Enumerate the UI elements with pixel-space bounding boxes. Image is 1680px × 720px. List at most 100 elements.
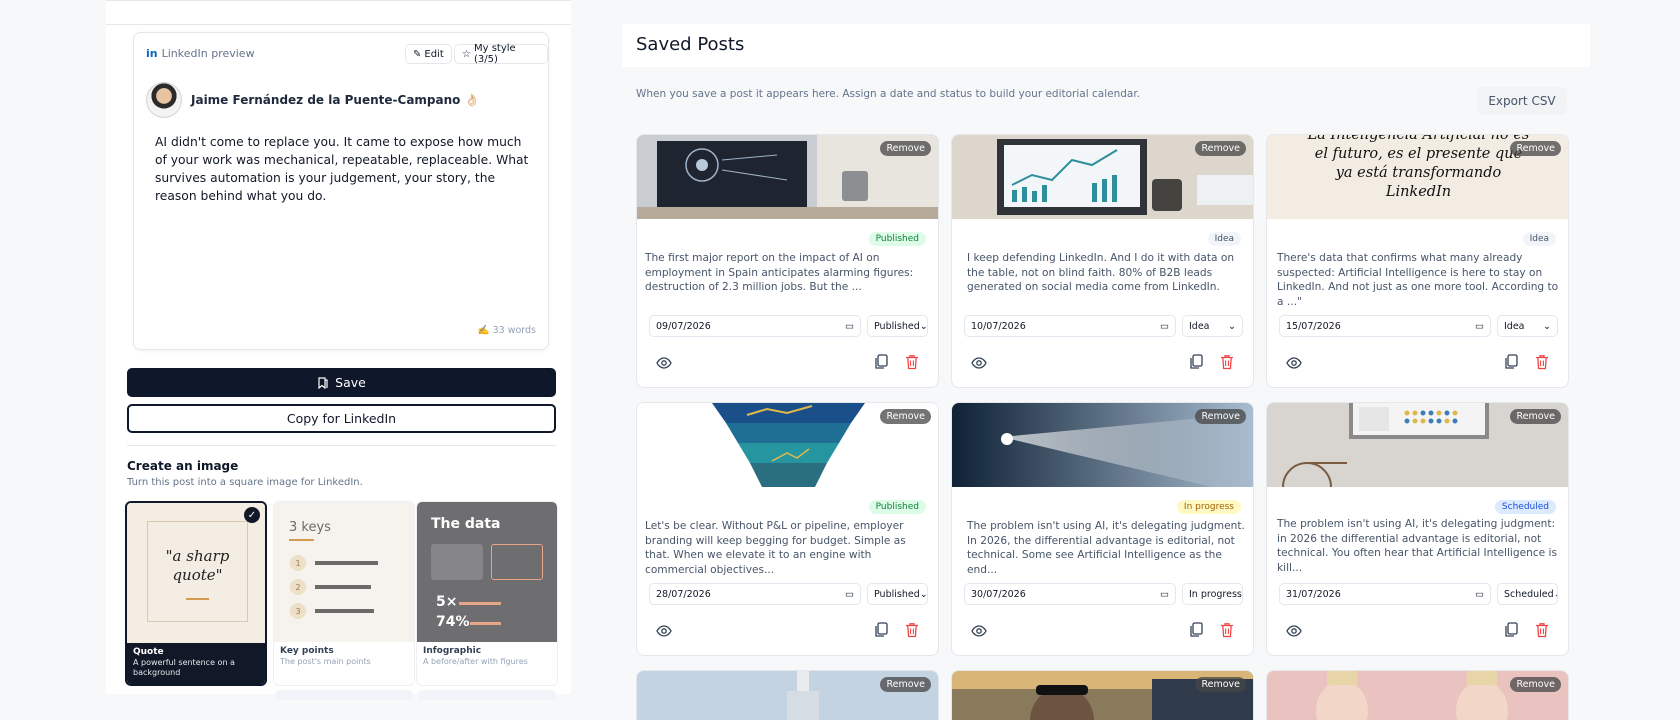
eye-icon[interactable] [656, 355, 672, 371]
trash-icon[interactable] [905, 354, 919, 370]
preview-header: in LinkedIn preview [146, 47, 255, 60]
date-value: 28/07/2026 [656, 588, 711, 600]
remove-button[interactable]: Remove [1195, 409, 1246, 424]
accent-line [289, 539, 314, 541]
copy-for-linkedin-button[interactable]: Copy for LinkedIn [127, 404, 556, 433]
trash-icon[interactable] [1220, 354, 1234, 370]
my-style-button[interactable]: ☆ My style (3/5) [454, 43, 548, 65]
saved-post-card: Remove In progress The problem isn't usi… [951, 402, 1254, 656]
copy-icon[interactable] [1504, 354, 1518, 370]
my-style-label: My style (3/5) [473, 43, 516, 65]
template-next[interactable] [418, 690, 556, 700]
date-value: 09/07/2026 [656, 320, 711, 332]
date-input[interactable]: 15/07/2026 ▭ [1279, 315, 1491, 337]
calendar-icon: ▭ [845, 320, 854, 332]
date-input[interactable]: 31/07/2026 ▭ [1279, 583, 1491, 605]
page-title: Saved Posts [636, 34, 745, 55]
saved-post-card: Remove Idea I keep defending LinkedIn. A… [951, 134, 1254, 388]
figure-1: 5× [436, 594, 458, 610]
copy-icon[interactable] [1189, 622, 1203, 638]
date-input[interactable]: 09/07/2026 ▭ [649, 315, 861, 337]
check-icon: ✓ [244, 507, 260, 523]
edit-button[interactable]: ✎ Edit [405, 44, 452, 64]
eye-icon[interactable] [1286, 355, 1302, 371]
date-input[interactable]: 30/07/2026 ▭ [964, 583, 1176, 605]
remove-button[interactable]: Remove [1510, 409, 1561, 424]
bar-1 [459, 602, 501, 605]
chevron-down-icon: ⌄ [919, 588, 928, 600]
eye-icon[interactable] [971, 355, 987, 371]
date-input[interactable]: 10/07/2026 ▭ [964, 315, 1176, 337]
status-select[interactable]: Published ⌄ [867, 315, 928, 337]
post-excerpt: There's data that confirms what many alr… [1277, 252, 1559, 308]
point-line [315, 609, 374, 613]
eye-icon[interactable] [1286, 623, 1302, 639]
eye-icon[interactable] [656, 623, 672, 639]
template-desc: A powerful sentence on a background [133, 658, 235, 677]
template-next[interactable] [275, 690, 413, 700]
saved-posts-header: Saved Posts [622, 24, 1590, 67]
template-caption: Key points The post's main points [274, 642, 414, 685]
preview-header-label: LinkedIn preview [161, 47, 255, 60]
copy-icon[interactable] [1189, 354, 1203, 370]
create-image-subtitle: Turn this post into a square image for L… [127, 477, 363, 488]
template-name: Quote [133, 647, 164, 657]
date-input[interactable]: 28/07/2026 ▭ [649, 583, 861, 605]
chevron-down-icon: ⌄ [1543, 320, 1551, 332]
calendar-icon: ▭ [1160, 320, 1169, 332]
point-line [315, 561, 378, 565]
remove-button[interactable]: Remove [1195, 677, 1246, 692]
template-name: Key points [280, 646, 334, 656]
status-select[interactable]: In progress⌄ [1182, 583, 1243, 605]
key-points-art-title: 3 keys [289, 520, 331, 535]
calendar-icon: ▭ [1475, 588, 1484, 600]
trash-icon[interactable] [1535, 622, 1549, 638]
after-box [491, 544, 543, 580]
template-infographic[interactable]: The data 5× 74% Infographic A before/aft… [416, 501, 558, 686]
trash-icon[interactable] [1220, 622, 1234, 638]
status-select-value: Idea [1189, 320, 1210, 332]
template-caption: Quote A powerful sentence on a backgroun… [127, 643, 265, 684]
status-select-value: Published [874, 320, 920, 332]
date-value: 10/07/2026 [971, 320, 1026, 332]
template-key-points[interactable]: 3 keys 1 2 3 Key points The post's main … [273, 501, 415, 686]
remove-button[interactable]: Remove [1510, 677, 1561, 692]
template-caption: Infographic A before/after with figures [417, 642, 557, 685]
export-csv-button[interactable]: Export CSV [1477, 87, 1567, 115]
post-excerpt: The problem isn't using AI, it's delegat… [967, 520, 1245, 576]
trash-icon[interactable] [905, 622, 919, 638]
template-desc: A before/after with figures [423, 657, 528, 666]
template-desc: The post's main points [280, 657, 371, 666]
saved-post-card: Remove [636, 670, 939, 720]
chevron-down-icon: ⌄ [1554, 589, 1557, 600]
trash-icon[interactable] [1535, 354, 1549, 370]
remove-button[interactable]: Remove [880, 677, 931, 692]
eye-icon[interactable] [971, 623, 987, 639]
status-select-value: Scheduled [1504, 588, 1554, 600]
before-box [431, 544, 483, 580]
copy-icon[interactable] [1504, 622, 1518, 638]
status-select[interactable]: Published ⌄ [867, 583, 928, 605]
pencil-icon: ✎ [413, 48, 422, 60]
status-select[interactable]: Idea ⌄ [1182, 315, 1243, 337]
remove-button[interactable]: Remove [880, 409, 931, 424]
quote-template-art: "a sharp quote" [127, 503, 265, 643]
save-button[interactable]: Save [127, 368, 556, 397]
bookmark-icon [318, 376, 328, 389]
post-author: Jaime Fernández de la Puente-Campano 👌🏻 [146, 82, 480, 118]
status-select[interactable]: Idea ⌄ [1497, 315, 1558, 337]
template-quote[interactable]: "a sharp quote" ✓ Quote A powerful sente… [125, 501, 267, 686]
save-label: Save [335, 375, 366, 390]
post-excerpt: I keep defending LinkedIn. And I do it w… [967, 252, 1235, 293]
section-divider [127, 445, 556, 446]
remove-button[interactable]: Remove [1195, 141, 1246, 156]
copy-icon[interactable] [874, 622, 888, 638]
status-badge: In progress [1176, 500, 1241, 514]
remove-button[interactable]: Remove [1510, 141, 1561, 156]
status-select[interactable]: Scheduled⌄ [1497, 583, 1558, 605]
remove-button[interactable]: Remove [880, 141, 931, 156]
saved-post-card: Remove Published Let's be clear. Without… [636, 402, 939, 656]
saved-post-card: Remove Published The first major report … [636, 134, 939, 388]
chevron-down-icon: ⌄ [1242, 589, 1243, 600]
copy-icon[interactable] [874, 354, 888, 370]
